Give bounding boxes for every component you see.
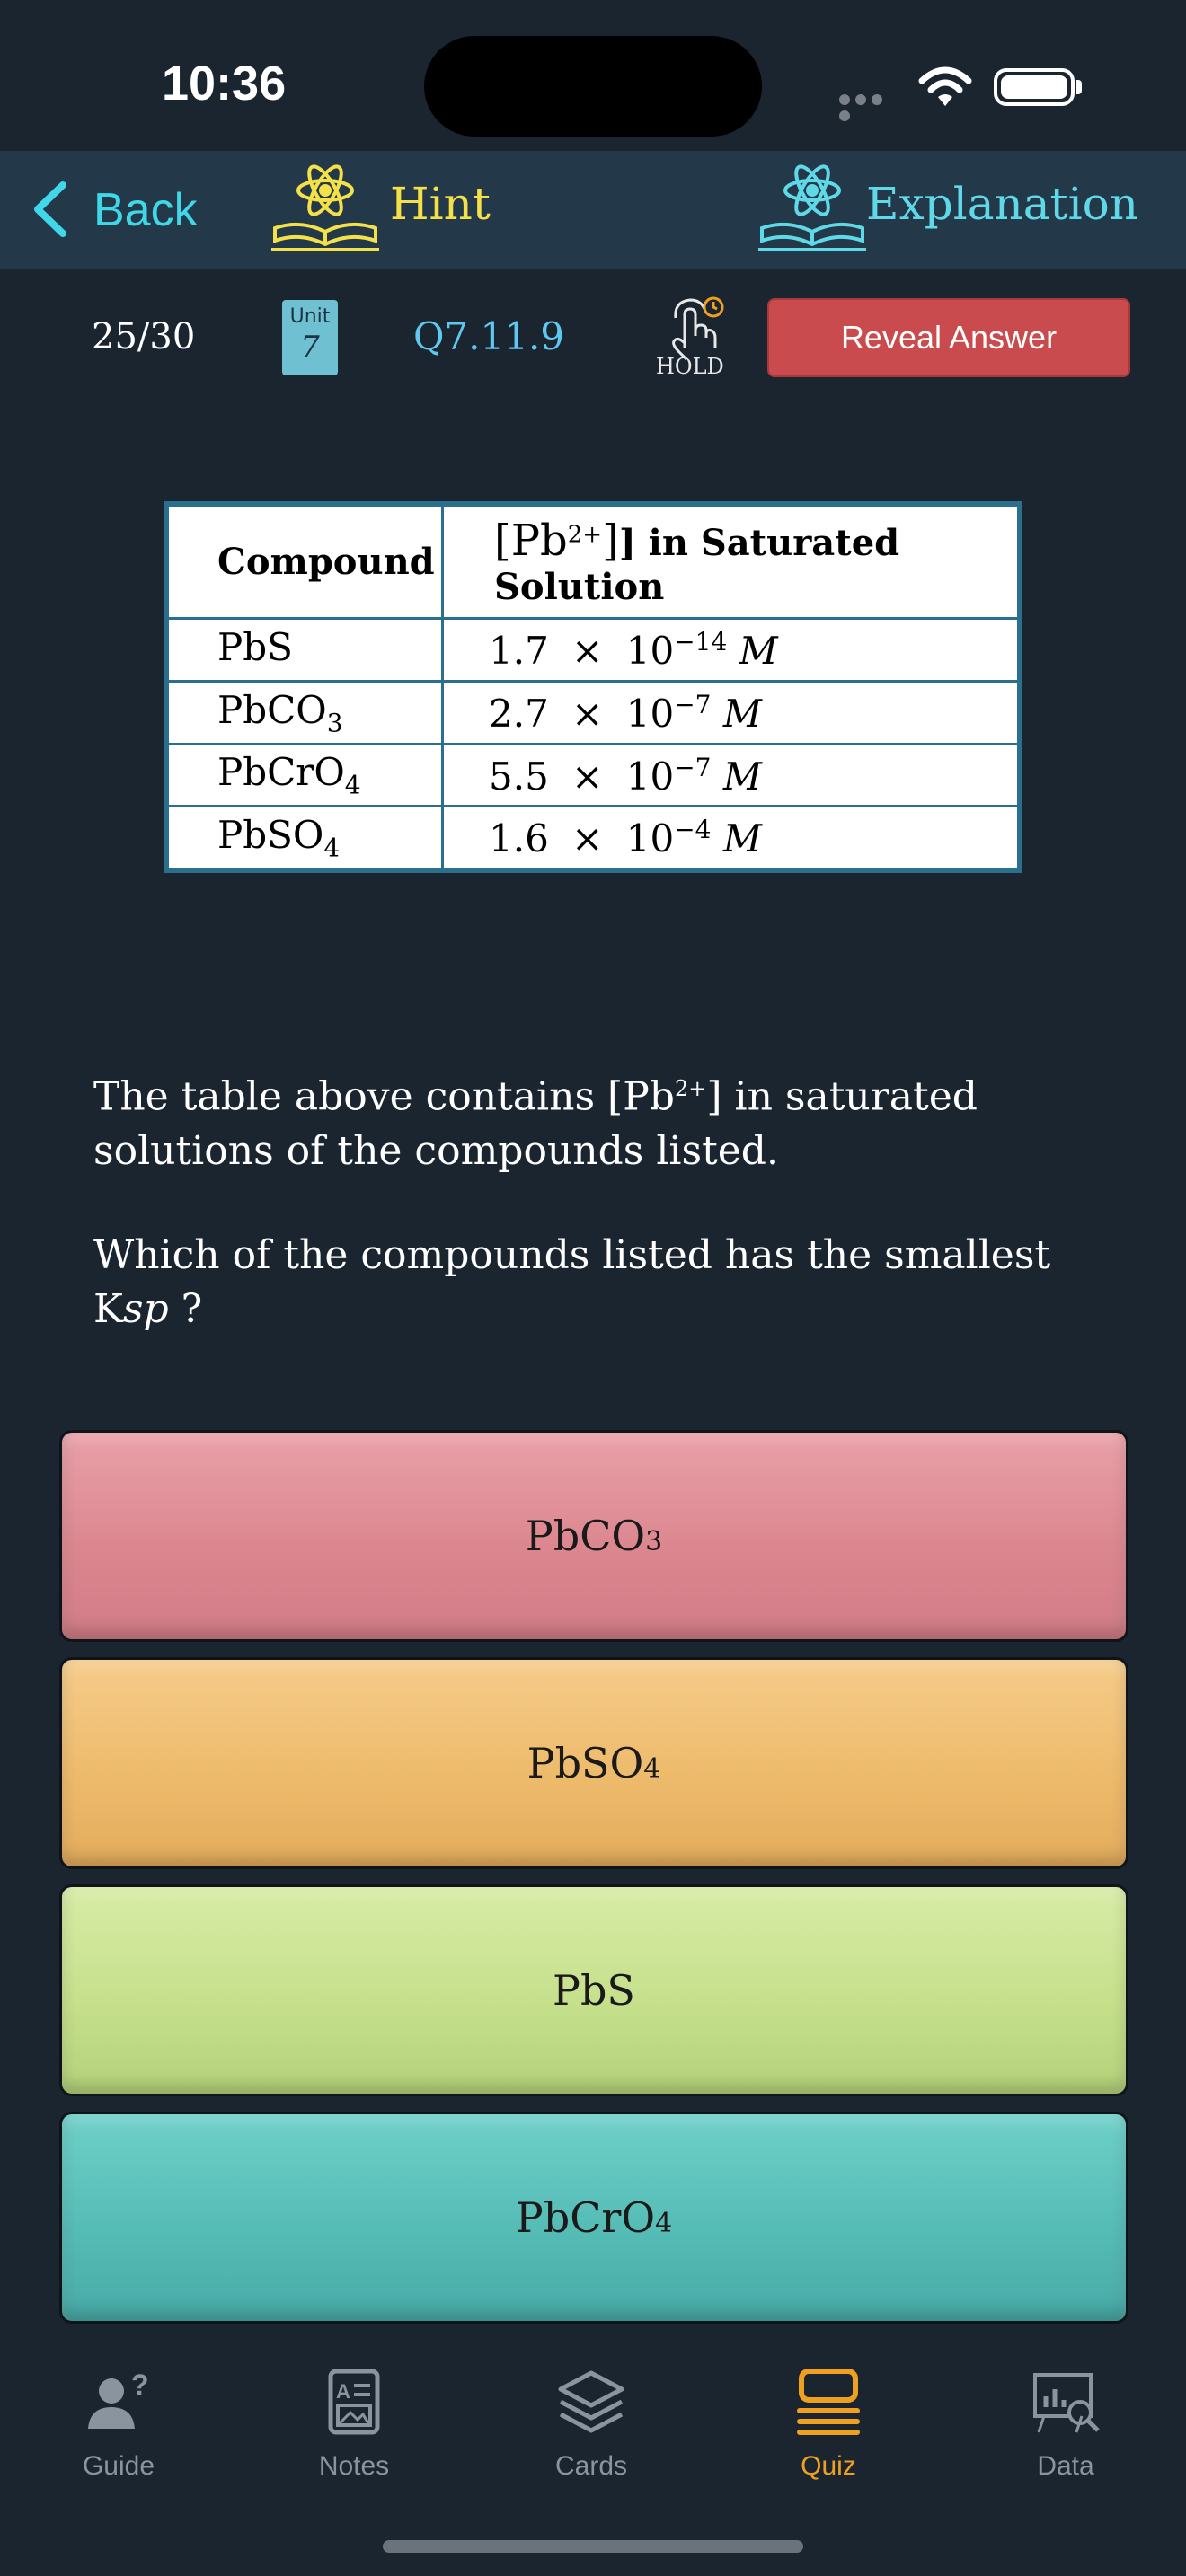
compound-cell: PbSO4 (166, 805, 444, 870)
tab-notes[interactable]: A Notes (264, 2364, 444, 2482)
solubility-table-grid: Compound [Pb2+]] in Saturated Solution] … (166, 503, 1020, 870)
data-icon (1033, 2373, 1100, 2433)
atom-book-explanation-icon[interactable] (757, 160, 868, 255)
atom-book-hint-icon[interactable] (270, 160, 381, 255)
header-concentration: [Pb2+]] in Saturated Solution] in Satura… (441, 503, 1020, 621)
back-button[interactable]: Back (93, 183, 198, 237)
unit-badge: Unit 7 (282, 300, 338, 375)
answer-choice-4[interactable]: PbCrO4 (59, 2112, 1128, 2324)
question-code: Q7.11.9 (413, 314, 565, 358)
wifi-icon (918, 66, 972, 106)
tab-guide-label: Guide (82, 2451, 155, 2481)
cellular-signal-icon (839, 93, 902, 121)
cards-icon (558, 2370, 624, 2433)
explanation-button[interactable]: Explanation (866, 178, 1138, 230)
hold-label: HOLD (656, 354, 724, 377)
tab-guide[interactable]: ? Guide (29, 2364, 208, 2482)
hint-button[interactable]: Hint (390, 178, 491, 230)
hold-hand-icon[interactable]: HOLD (654, 293, 731, 377)
question-paragraph-1: The table above contains [Pb2+] in satur… (93, 1073, 978, 1174)
reveal-answer-button[interactable]: Reveal Answer (767, 298, 1130, 377)
concentration-cell: 1.6 × 10−4 M (441, 805, 1020, 870)
header-compound: Compound (166, 503, 444, 621)
tab-quiz[interactable]: Quiz (739, 2364, 918, 2482)
answer-choice-2[interactable]: PbSO4 (59, 1657, 1128, 1869)
table-row: PbS 1.7 × 10−14 M (166, 617, 1020, 684)
dynamic-island (424, 36, 762, 137)
tab-cards-label: Cards (554, 2451, 628, 2481)
table-header-row: Compound [Pb2+]] in Saturated Solution] … (166, 503, 1020, 621)
question-paragraph-2: Which of the compounds listed has the sm… (93, 1231, 1051, 1332)
compound-cell: PbCO3 (166, 680, 444, 745)
concentration-cell: 5.5 × 10−7 M (441, 742, 1020, 808)
concentration-cell: 2.7 × 10−7 M (441, 680, 1020, 745)
question-text: The table above contains [Pb2+] in satur… (93, 1062, 1109, 1337)
tab-data[interactable]: Data (976, 2364, 1155, 2482)
tab-cards[interactable]: Cards (501, 2364, 681, 2482)
answer-choice-1[interactable]: PbCO3 (59, 1430, 1128, 1642)
concentration-cell: 1.7 × 10−14 M (441, 617, 1020, 684)
compound-cell: PbS (166, 617, 444, 684)
home-indicator (383, 2540, 803, 2553)
quiz-icon (797, 2369, 860, 2435)
notes-icon: A (328, 2369, 380, 2435)
solubility-table: Compound [Pb2+]] in Saturated Solution] … (164, 501, 1022, 873)
question-counter: 25/30 (92, 316, 196, 357)
guide-icon: ? (88, 2369, 149, 2429)
back-chevron-icon[interactable] (31, 180, 70, 239)
unit-number: 7 (300, 330, 320, 366)
unit-word: Unit (289, 305, 331, 328)
status-time: 10:36 (162, 57, 287, 110)
answer-choice-3[interactable]: PbS (59, 1884, 1128, 2096)
compound-cell: PbCrO4 (166, 742, 444, 808)
svg-text:A: A (336, 2380, 350, 2403)
table-row: PbCrO4 5.5 × 10−7 M (166, 742, 1020, 808)
battery-tip (1076, 80, 1082, 94)
tab-notes-label: Notes (318, 2451, 390, 2481)
tab-quiz-label: Quiz (801, 2451, 856, 2481)
table-row: PbCO3 2.7 × 10−7 M (166, 680, 1020, 745)
svg-text:?: ? (131, 2369, 149, 2401)
table-row: PbSO4 1.6 × 10−4 M (166, 805, 1020, 870)
tab-data-label: Data (1037, 2451, 1094, 2481)
battery-icon (994, 68, 1075, 106)
